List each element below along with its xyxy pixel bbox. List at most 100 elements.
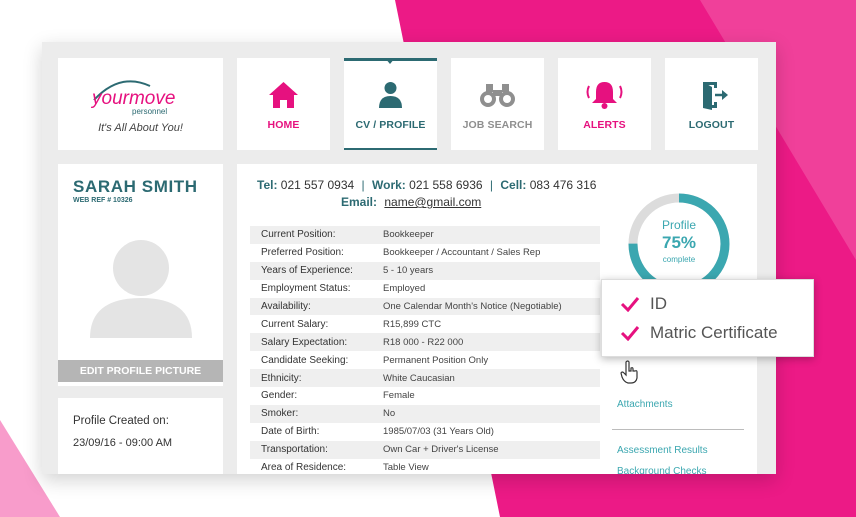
detail-value: 1985/07/03 (31 Years Old) — [383, 426, 494, 438]
detail-key: Date of Birth: — [261, 426, 320, 438]
detail-key: Area of Residence: — [261, 462, 347, 474]
details-table: Current Position: Bookkeeper Preferred Pos… — [250, 226, 600, 474]
detail-row: Current Salary: R15,899 CTC — [250, 315, 600, 333]
home-icon — [269, 82, 298, 108]
avatar-placeholder-icon — [90, 240, 192, 338]
contact-numbers: Tel: 021 557 0934 | Work: 021 558 6936 |… — [257, 178, 596, 192]
nav-logout[interactable]: LOGOUT — [665, 58, 758, 150]
detail-key: Ethnicity: — [261, 372, 302, 384]
email-link[interactable]: name@gmail.com — [384, 195, 481, 209]
nav-cv-profile[interactable]: CV / PROFILE — [344, 58, 437, 150]
nav-home[interactable]: HOME — [237, 58, 330, 150]
popup-item-matric[interactable]: Matric Certificate — [620, 322, 778, 344]
profile-card: SARAH SMITH WEB REF # 10326 EDIT PROFILE… — [58, 164, 223, 386]
separator: | — [489, 178, 494, 192]
detail-value: White Caucasian — [383, 372, 455, 384]
gauge-label: Profile — [661, 218, 696, 232]
detail-row: Current Position: Bookkeeper — [250, 226, 600, 244]
detail-key: Availability: — [261, 301, 311, 312]
profile-created-date: 23/09/16 - 09:00 AM — [73, 437, 173, 449]
detail-key: Employment Status: — [261, 283, 351, 295]
detail-row: Candidate Seeking: Permanent Position Onl… — [250, 351, 600, 369]
popup-item-id[interactable]: ID — [620, 293, 667, 315]
detail-value: No — [383, 408, 396, 420]
detail-row: Employment Status: Employed — [250, 280, 600, 298]
nav-job-search[interactable]: JOB SEARCH — [451, 58, 544, 150]
nav-logout-label: LOGOUT — [688, 119, 735, 131]
detail-row: Preferred Position: Bookkeeper / Accounta… — [250, 244, 600, 262]
logo-text: yourmove — [90, 88, 175, 109]
email-row: Email: name@gmail.com — [341, 195, 481, 209]
nav-home-label: HOME — [267, 119, 300, 131]
detail-row: Smoker: No — [250, 404, 600, 423]
attachments-link[interactable]: Attachments — [617, 399, 673, 410]
divider — [612, 429, 744, 430]
tel-label: Tel: — [257, 178, 278, 192]
work-value: 021 558 6936 — [409, 178, 483, 192]
detail-key: Current Salary: — [261, 318, 329, 330]
logout-icon — [703, 82, 728, 110]
gauge-sub: complete — [662, 255, 696, 264]
profile-created-card: Profile Created on: 23/09/16 - 09:00 AM — [58, 398, 223, 474]
nav-cv-profile-label: CV / PROFILE — [355, 119, 426, 131]
logo-subtext: personnel — [132, 107, 167, 116]
detail-row: Salary Expectation: R18 000 - R22 000 — [250, 333, 600, 352]
cell-value: 083 476 316 — [529, 178, 597, 192]
detail-row: Years of Experience: 5 - 10 years — [250, 261, 600, 280]
detail-key: Candidate Seeking: — [261, 354, 349, 366]
detail-row: Gender: Female — [250, 387, 600, 405]
detail-row: Ethnicity: White Caucasian — [250, 369, 600, 388]
detail-value: Bookkeeper — [383, 229, 434, 241]
detail-key: Years of Experience: — [261, 265, 353, 277]
detail-key: Preferred Position: — [261, 247, 344, 259]
detail-value: Own Car + Driver's License — [383, 444, 499, 456]
detail-value: Employed — [383, 283, 426, 295]
detail-key: Current Position: — [261, 229, 336, 241]
detail-value: Bookkeeper / Accountant / Sales Rep — [383, 247, 541, 259]
detail-key: Salary Expectation: — [261, 336, 348, 348]
popup-item-label: ID — [650, 294, 667, 313]
candidate-name: SARAH SMITH — [73, 177, 198, 196]
detail-value: Permanent Position Only — [383, 354, 489, 366]
detail-row: Availability: One Calendar Month's Notice… — [250, 297, 600, 316]
detail-key: Gender: — [261, 390, 298, 402]
hand-cursor-icon — [620, 360, 638, 384]
detail-value: R18 000 - R22 000 — [383, 336, 464, 348]
detail-key: Transportation: — [261, 444, 328, 456]
active-tab-pointer — [385, 58, 395, 64]
detail-row: Transportation: Own Car + Driver's Licens… — [250, 440, 600, 459]
web-ref: WEB REF # 10326 — [73, 197, 133, 204]
detail-value: Table View — [383, 462, 429, 474]
documents-popup: ID Matric Certificate — [601, 279, 814, 357]
edit-profile-picture-button[interactable]: EDIT PROFILE PICTURE — [58, 360, 223, 382]
detail-row: Area of Residence: Table View — [250, 459, 600, 474]
detail-value: 5 - 10 years — [383, 265, 434, 277]
nav-alerts[interactable]: ALERTS — [558, 58, 651, 150]
gauge-percent: 75% — [661, 233, 697, 252]
bell-icon — [586, 82, 623, 109]
tel-value: 021 557 0934 — [280, 178, 355, 192]
nav-job-search-label: JOB SEARCH — [462, 119, 533, 131]
detail-key: Smoker: — [261, 408, 299, 420]
separator: | — [361, 178, 365, 192]
assessment-results-link[interactable]: Assessment Results — [617, 445, 708, 456]
background-checks-link[interactable]: Background Checks — [617, 466, 707, 474]
email-label: Email: — [341, 195, 378, 209]
detail-value: Female — [383, 390, 415, 402]
detail-value: R15,899 CTC — [383, 318, 442, 330]
user-icon — [379, 82, 402, 108]
app-window: yourmove personnel It's All About You! H… — [42, 42, 776, 474]
work-label: Work: — [372, 178, 406, 192]
popup-item-label: Matric Certificate — [650, 323, 778, 342]
cell-label: Cell: — [500, 178, 527, 192]
profile-created-label: Profile Created on: — [73, 415, 169, 427]
logo-tagline: It's All About You! — [98, 122, 183, 134]
check-icon — [620, 326, 640, 341]
nav-alerts-label: ALERTS — [583, 119, 626, 131]
detail-value: One Calendar Month's Notice (Negotiable) — [383, 301, 562, 312]
check-icon — [620, 297, 640, 312]
logo-card: yourmove personnel It's All About You! — [58, 58, 223, 150]
binoculars-icon — [480, 84, 515, 107]
yourmove-logo: yourmove personnel — [90, 80, 175, 116]
detail-row: Date of Birth: 1985/07/03 (31 Years Old) — [250, 423, 600, 441]
